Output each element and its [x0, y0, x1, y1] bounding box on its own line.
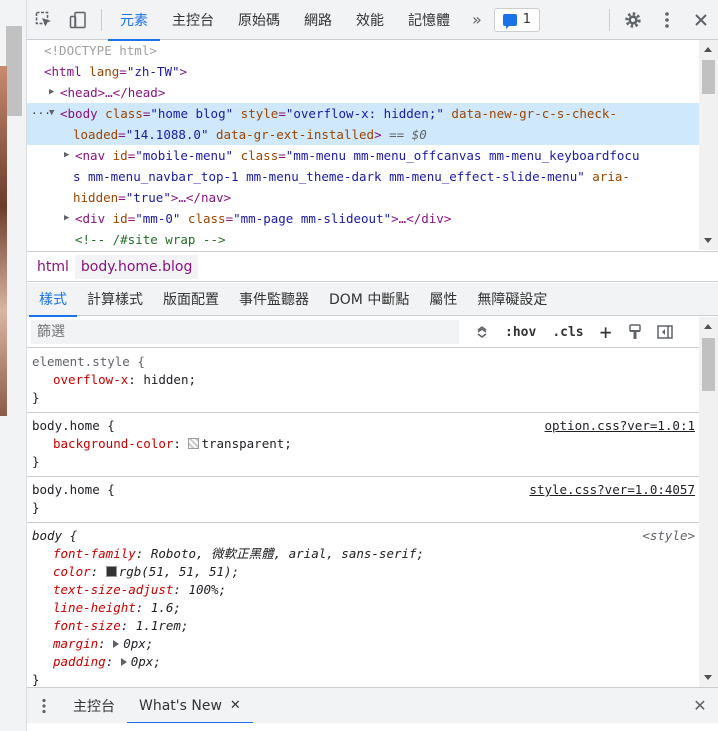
- paint-icon[interactable]: [620, 317, 650, 348]
- css-declaration[interactable]: margin: 0px;: [32, 635, 695, 653]
- expand-triangle-icon[interactable]: [120, 658, 127, 666]
- page-image: [0, 66, 7, 416]
- rule-selector[interactable]: element.style {: [32, 353, 695, 371]
- tab-layout[interactable]: 版面配置: [153, 283, 229, 316]
- kebab-icon[interactable]: [27, 688, 61, 724]
- cls-button[interactable]: .cls: [544, 317, 591, 348]
- css-rule-option: body.home { option.css?ver=1.0:1 backgro…: [27, 413, 699, 477]
- drawer-tab-console[interactable]: 主控台: [61, 688, 127, 724]
- scroll-down-arrow-icon[interactable]: [704, 238, 712, 243]
- scroll-up-arrow-icon[interactable]: [704, 47, 712, 52]
- close-icon[interactable]: [684, 0, 718, 40]
- css-declaration[interactable]: overflow-x: hidden;: [32, 371, 695, 389]
- css-declaration[interactable]: font-size: 1.1rem;: [32, 617, 695, 635]
- drawer-tab-label: What's New: [139, 697, 222, 714]
- dom-node-div[interactable]: ▶ <div id="mm-0" class="mm-page mm-slideo…: [27, 208, 699, 229]
- styles-subtabs: 樣式 計算樣式 版面配置 事件監聽器 DOM 中斷點 屬性 無障礙設定: [27, 283, 718, 317]
- css-declaration[interactable]: padding: 0px;: [32, 653, 695, 671]
- dom-node-nav-cont[interactable]: s mm-menu_navbar_top-1 mm-menu_theme-dar…: [27, 166, 699, 187]
- rule-close: }: [32, 390, 40, 405]
- inspect-icon[interactable]: [27, 0, 61, 40]
- source-link[interactable]: style.css?ver=1.0:4057: [529, 481, 695, 499]
- bottom-edge: [27, 723, 718, 731]
- scroll-thumb[interactable]: [702, 338, 715, 391]
- drawer-tabbar: 主控台 What's New ✕ ✕: [27, 687, 718, 724]
- dom-node-head[interactable]: ▶ <head>…</head>: [27, 82, 699, 103]
- hov-button[interactable]: :hov: [497, 317, 544, 348]
- scroll-down-arrow-icon[interactable]: [704, 675, 712, 680]
- tab-sources[interactable]: 原始碼: [226, 0, 292, 40]
- tab-dom-breakpoints[interactable]: DOM 中斷點: [319, 283, 419, 316]
- dom-node-nav[interactable]: ▶ <nav id="mobile-menu" class="mm-menu mm…: [27, 145, 699, 166]
- page-scrollbar[interactable]: [6, 26, 22, 116]
- toolbar-divider: [609, 8, 610, 31]
- dom-node-body-selected[interactable]: ··· ▼ <body class="home blog" style="overf…: [27, 103, 699, 124]
- tab-network[interactable]: 網路: [292, 0, 344, 40]
- tab-performance[interactable]: 效能: [344, 0, 396, 40]
- issues-count: 1: [522, 12, 532, 27]
- dom-tree-scrollbar[interactable]: [699, 40, 718, 250]
- dom-node-doctype[interactable]: <!DOCTYPE html>: [27, 40, 699, 61]
- styles-filter-bar: :hov .cls +: [27, 317, 718, 348]
- filter-input[interactable]: [31, 320, 459, 344]
- filter-toggle-icon[interactable]: [467, 317, 497, 348]
- css-declaration[interactable]: text-size-adjust: 100%;: [32, 581, 695, 599]
- sidebar-icon[interactable]: [650, 317, 680, 348]
- css-rule-body: body { <style> font-family: Roboto, 微軟正黑…: [27, 523, 699, 687]
- dom-node-html[interactable]: <html lang="zh-TW">: [27, 61, 699, 82]
- source-link[interactable]: option.css?ver=1.0:1: [544, 417, 695, 435]
- collapse-triangle-icon[interactable]: ▼: [49, 103, 54, 124]
- expand-triangle-icon[interactable]: ▶: [64, 208, 69, 229]
- add-rule-button[interactable]: +: [592, 317, 620, 348]
- close-icon[interactable]: ✕: [230, 698, 241, 713]
- tab-styles[interactable]: 樣式: [29, 283, 77, 317]
- drawer-tab-whats-new[interactable]: What's New ✕: [127, 688, 253, 724]
- css-rule-element-style: element.style { overflow-x: hidden; }: [27, 349, 699, 413]
- close-drawer-icon[interactable]: ✕: [682, 688, 718, 724]
- styles-scrollbar[interactable]: [699, 317, 718, 687]
- gear-icon[interactable]: [616, 0, 650, 40]
- page-viewport-strip: [0, 0, 27, 731]
- tab-memory[interactable]: 記憶體: [396, 0, 462, 40]
- tab-computed[interactable]: 計算樣式: [77, 283, 153, 316]
- kebab-icon[interactable]: [650, 0, 684, 40]
- expand-triangle-icon[interactable]: ▶: [49, 82, 54, 103]
- scroll-up-arrow-icon[interactable]: [704, 324, 712, 329]
- tab-elements[interactable]: 元素: [108, 0, 160, 41]
- css-declaration[interactable]: color: rgb(51, 51, 51);: [32, 563, 695, 581]
- ellipsis-icon[interactable]: ···: [31, 103, 51, 124]
- color-swatch-icon[interactable]: [105, 566, 117, 577]
- css-declaration[interactable]: font-family: Roboto, 微軟正黑體, arial, sans-…: [32, 545, 695, 563]
- rule-close: }: [32, 454, 40, 469]
- rule-close: }: [32, 500, 40, 515]
- tab-accessibility[interactable]: 無障礙設定: [467, 283, 557, 316]
- more-tabs-button[interactable]: »: [462, 10, 492, 29]
- tab-event-listeners[interactable]: 事件監聽器: [229, 283, 319, 316]
- tab-properties[interactable]: 屬性: [419, 283, 467, 316]
- color-swatch-icon[interactable]: [188, 438, 200, 449]
- expand-triangle-icon[interactable]: [113, 640, 120, 648]
- dom-node-comment[interactable]: <!-- /#site wrap -->: [27, 229, 699, 250]
- dom-node-nav-cont2[interactable]: hidden="true">…</nav>: [27, 187, 699, 208]
- rule-close: }: [32, 672, 40, 687]
- css-rule-style: body.home { style.css?ver=1.0:4057 }: [27, 477, 699, 523]
- breadcrumb-item-html[interactable]: html: [31, 255, 75, 279]
- dom-tree: <!DOCTYPE html> <html lang="zh-TW"> ▶ <he…: [27, 40, 699, 250]
- css-declaration[interactable]: background-color: transparent;: [32, 435, 695, 453]
- chat-icon: [502, 13, 517, 29]
- styles-pane: element.style { overflow-x: hidden; } bo…: [27, 349, 699, 687]
- rule-selector[interactable]: body {: [32, 527, 695, 545]
- scroll-thumb[interactable]: [702, 60, 715, 94]
- issues-button[interactable]: 1: [493, 7, 541, 32]
- tab-console[interactable]: 主控台: [160, 0, 226, 40]
- device-toggle-icon[interactable]: [61, 0, 95, 40]
- css-declaration[interactable]: line-height: 1.6;: [32, 599, 695, 617]
- breadcrumb-item-body[interactable]: body.home.blog: [74, 254, 199, 279]
- breadcrumb: html body.home.blog: [27, 251, 718, 282]
- dom-node-body-cont[interactable]: loaded="14.1088.0" data-gr-ext-installed…: [27, 124, 699, 145]
- source-label: <style>: [642, 528, 695, 543]
- expand-triangle-icon[interactable]: ▶: [64, 145, 69, 166]
- devtools-toolbar: 元素 主控台 原始碼 網路 效能 記憶體 » 1: [27, 0, 718, 41]
- toolbar-divider: [101, 8, 102, 31]
